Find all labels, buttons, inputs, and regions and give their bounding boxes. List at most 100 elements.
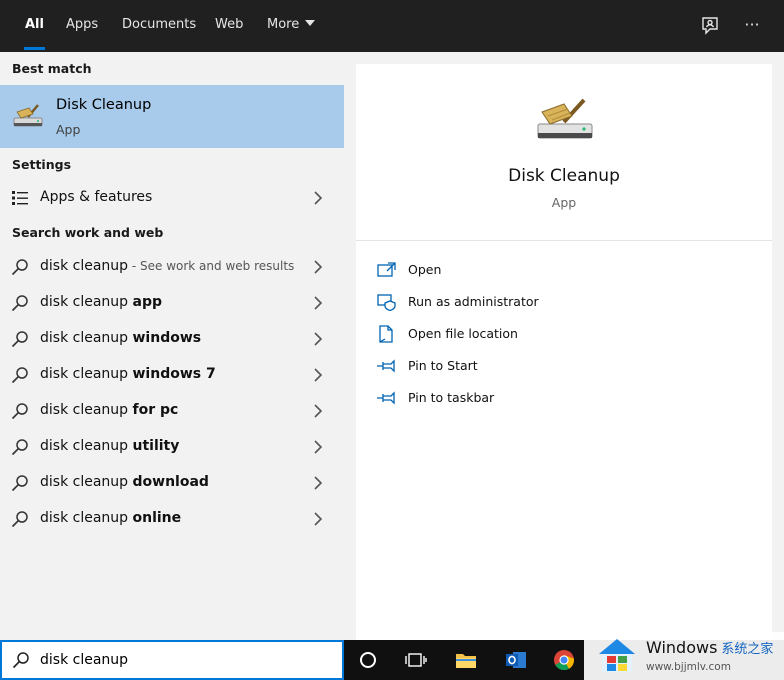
action-label: Pin to taskbar bbox=[408, 390, 495, 405]
search-web-heading: Search work and web bbox=[12, 225, 164, 240]
disk-cleanup-icon bbox=[13, 104, 43, 127]
web-result-query: disk cleanup bbox=[40, 510, 133, 526]
tab-more-label: More bbox=[267, 17, 300, 32]
tab-documents[interactable]: Documents bbox=[122, 0, 196, 52]
chevron-right-icon bbox=[314, 404, 323, 418]
web-result-item[interactable]: disk cleanup for pc bbox=[0, 393, 344, 429]
app-title: Disk Cleanup bbox=[508, 166, 620, 186]
search-icon bbox=[11, 331, 28, 348]
tab-web[interactable]: Web bbox=[215, 0, 243, 52]
chevron-right-icon bbox=[314, 512, 323, 526]
web-result-text: disk cleanup - See work and web results bbox=[40, 258, 294, 274]
search-filter-bar: All Apps Documents Web More ··· bbox=[0, 0, 784, 52]
search-icon bbox=[11, 511, 28, 528]
more-options-icon[interactable]: ··· bbox=[740, 13, 764, 37]
app-detail-pane: Disk Cleanup App Open Run as administrat… bbox=[356, 64, 772, 640]
web-result-text: disk cleanup windows bbox=[40, 330, 201, 346]
action-run-as-administrator[interactable]: Run as administrator bbox=[376, 291, 756, 315]
watermark-subtitle: 系统之家 bbox=[721, 642, 774, 657]
web-result-suggestion: online bbox=[132, 510, 182, 526]
web-result-suggestion: download bbox=[132, 474, 209, 490]
watermark: Windows 系统之家 www.bjjmlv.com bbox=[584, 632, 784, 680]
web-result-text: disk cleanup utility bbox=[40, 438, 179, 454]
chevron-right-icon bbox=[314, 296, 323, 310]
search-icon bbox=[11, 439, 28, 456]
task-view-icon[interactable] bbox=[404, 648, 428, 672]
pin-icon bbox=[377, 391, 395, 405]
results-pane: Best match Disk Cleanup App Settings App… bbox=[0, 52, 344, 640]
search-icon bbox=[12, 652, 29, 669]
web-result-hint: - See work and web results bbox=[128, 259, 295, 273]
search-icon bbox=[11, 475, 28, 492]
web-result-item[interactable]: disk cleanup - See work and web results bbox=[0, 249, 344, 285]
search-icon bbox=[11, 259, 28, 276]
file-location-icon bbox=[379, 325, 393, 343]
search-input[interactable] bbox=[40, 649, 330, 671]
feedback-icon[interactable] bbox=[698, 14, 722, 38]
tab-all[interactable]: All bbox=[24, 0, 45, 52]
action-label: Open file location bbox=[408, 326, 518, 341]
chrome-icon[interactable] bbox=[552, 648, 576, 672]
action-label: Pin to Start bbox=[408, 358, 478, 373]
chevron-right-icon bbox=[314, 440, 323, 454]
outlook-icon[interactable] bbox=[504, 648, 528, 672]
tab-more[interactable]: More bbox=[267, 0, 316, 52]
action-open-file-location[interactable]: Open file location bbox=[376, 323, 756, 347]
search-icon bbox=[11, 295, 28, 312]
disk-cleanup-icon bbox=[537, 98, 593, 139]
web-result-text: disk cleanup windows 7 bbox=[40, 366, 216, 382]
cortana-icon[interactable] bbox=[356, 648, 380, 672]
watermark-url: www.bjjmlv.com bbox=[646, 661, 731, 673]
app-type: App bbox=[551, 195, 577, 210]
watermark-title: Windows 系统之家 bbox=[646, 638, 773, 657]
web-result-text: disk cleanup for pc bbox=[40, 402, 178, 418]
web-result-text: disk cleanup online bbox=[40, 510, 181, 526]
web-result-item[interactable]: disk cleanup app bbox=[0, 285, 344, 321]
web-result-query: disk cleanup bbox=[40, 474, 133, 490]
best-match-title: Disk Cleanup bbox=[56, 97, 152, 113]
web-result-query: disk cleanup bbox=[40, 258, 129, 274]
pin-icon bbox=[377, 359, 395, 373]
chevron-right-icon bbox=[314, 368, 323, 382]
chevron-right-icon bbox=[314, 191, 323, 205]
web-result-item[interactable]: disk cleanup utility bbox=[0, 429, 344, 465]
tab-apps[interactable]: Apps bbox=[66, 0, 98, 52]
web-result-suggestion: app bbox=[132, 294, 163, 310]
chevron-right-icon bbox=[314, 476, 323, 490]
web-result-suggestion: utility bbox=[132, 438, 180, 454]
watermark-brand: Windows bbox=[646, 638, 718, 657]
action-pin-to-start[interactable]: Pin to Start bbox=[376, 355, 756, 379]
web-result-query: disk cleanup bbox=[40, 294, 133, 310]
web-result-item[interactable]: disk cleanup download bbox=[0, 465, 344, 501]
windows-logo bbox=[599, 639, 635, 672]
web-result-query: disk cleanup bbox=[40, 330, 133, 346]
best-match-item[interactable]: Disk Cleanup App bbox=[0, 85, 344, 148]
web-result-text: disk cleanup app bbox=[40, 294, 162, 310]
apps-features-icon bbox=[12, 191, 28, 205]
chevron-right-icon bbox=[314, 332, 323, 346]
web-result-query: disk cleanup bbox=[40, 438, 133, 454]
search-box[interactable] bbox=[0, 640, 344, 680]
settings-item-label: Apps & features bbox=[40, 189, 153, 205]
chevron-down-icon bbox=[305, 20, 316, 26]
chevron-right-icon bbox=[314, 260, 323, 274]
web-result-query: disk cleanup bbox=[40, 402, 133, 418]
settings-heading: Settings bbox=[12, 157, 72, 172]
web-result-suggestion: for pc bbox=[132, 402, 179, 418]
file-explorer-icon[interactable] bbox=[454, 648, 478, 672]
search-icon bbox=[11, 403, 28, 420]
web-result-suggestion: windows bbox=[132, 330, 202, 346]
web-result-suggestion: windows 7 bbox=[132, 366, 216, 382]
divider bbox=[356, 240, 772, 241]
run-as-admin-icon bbox=[377, 294, 396, 311]
web-result-item[interactable]: disk cleanup windows bbox=[0, 321, 344, 357]
search-icon bbox=[11, 367, 28, 384]
web-result-item[interactable]: disk cleanup windows 7 bbox=[0, 357, 344, 393]
web-result-item[interactable]: disk cleanup online bbox=[0, 501, 344, 537]
action-open[interactable]: Open bbox=[376, 259, 756, 283]
settings-item-apps-features[interactable]: Apps & features bbox=[0, 180, 344, 216]
action-pin-to-taskbar[interactable]: Pin to taskbar bbox=[376, 387, 756, 411]
open-icon bbox=[377, 262, 396, 277]
best-match-heading: Best match bbox=[12, 61, 92, 76]
action-label: Open bbox=[408, 262, 442, 277]
